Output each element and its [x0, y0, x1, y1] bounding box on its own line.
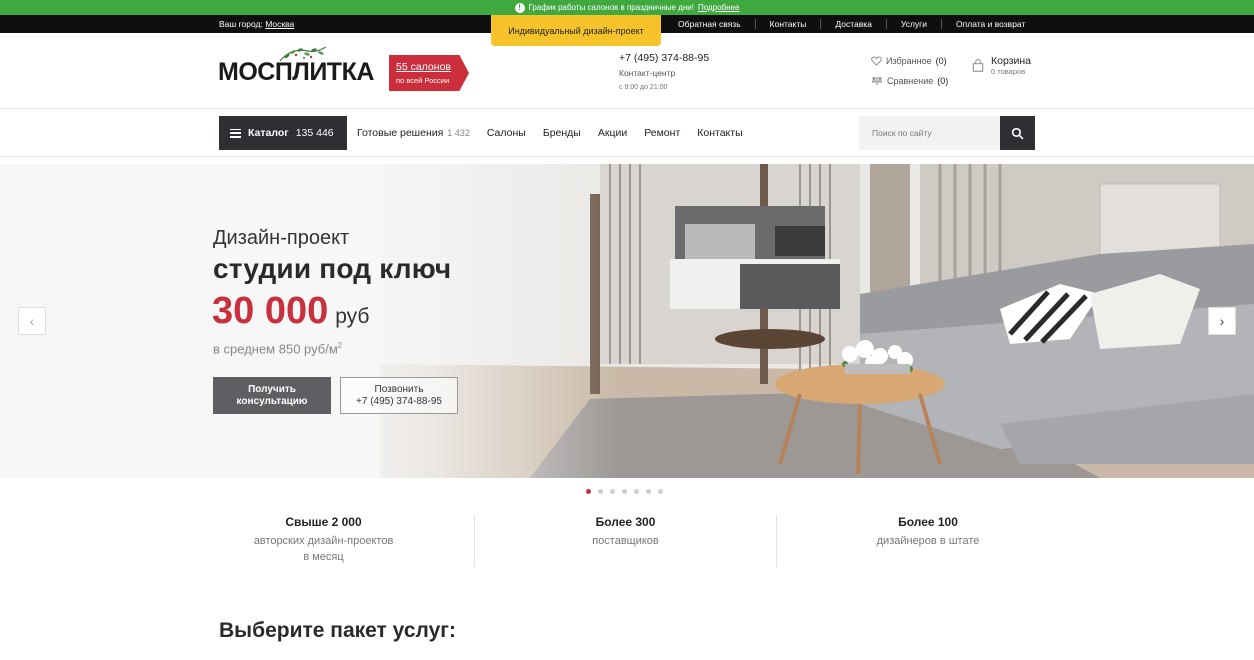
slider-dot[interactable] [634, 489, 639, 494]
stat-description: авторских дизайн-проектов в месяц [253, 535, 394, 563]
favorites-link[interactable]: Избранное (0) [871, 56, 947, 66]
heart-icon [871, 56, 882, 66]
city-link[interactable]: Москва [265, 19, 294, 29]
compare-icon [871, 76, 883, 85]
site-logo[interactable]: МОСПЛИТКА [218, 58, 374, 87]
hero-average-price: в среднем 850 руб/м2 [213, 341, 342, 356]
notice-text: График работы салонов в праздничные дни! [528, 3, 694, 12]
nav-item-salons[interactable]: Салоны [487, 127, 526, 139]
hero-avg-sup: 2 [337, 341, 343, 350]
compare-count: (0) [937, 76, 949, 86]
nav-item-contacts[interactable]: Контакты [697, 127, 742, 139]
info-icon: ! [514, 2, 525, 13]
main-nav: Каталог 135 446 Готовые решения 1 432 Сал… [0, 109, 1254, 157]
stat-item: Свыше 2 000 авторских дизайн-проектов в … [173, 515, 475, 567]
compare-label: Сравнение [887, 76, 934, 86]
slider-dot[interactable] [586, 489, 591, 494]
nav-item-ready-solutions[interactable]: Готовые решения 1 432 [357, 127, 470, 139]
slider-dot[interactable] [610, 489, 615, 494]
nav-item-brands[interactable]: Бренды [543, 127, 581, 139]
nav-item-label: Готовые решения [357, 127, 444, 139]
chevron-left-icon: ‹ [29, 313, 35, 329]
slider-next-button[interactable]: › [1208, 307, 1236, 335]
cart-label: Корзина [991, 55, 1031, 67]
search-button[interactable] [1000, 116, 1035, 150]
catalog-label: Каталог [248, 127, 289, 139]
stat-description: дизайнеров в штате [876, 535, 980, 547]
hero-price: 30 000 руб [212, 290, 369, 333]
slider-dot[interactable] [658, 489, 663, 494]
slider-dot[interactable] [598, 489, 603, 494]
hero-avg-text: в среднем 850 руб/м [213, 341, 338, 357]
hero-subtitle: Дизайн-проект [213, 227, 350, 249]
top-link-services[interactable]: Услуги [885, 19, 941, 29]
top-link-delivery[interactable]: Доставка [820, 19, 886, 29]
catalog-button[interactable]: Каталог 135 446 [219, 116, 347, 150]
cart-link[interactable]: Корзина 0 товаров [971, 55, 1031, 76]
hero-price-currency: руб [335, 305, 370, 328]
compare-link[interactable]: Сравнение (0) [871, 76, 948, 86]
working-hours: с 9:00 до 21:00 [619, 84, 668, 91]
city-selector[interactable]: Ваш город: Москва [219, 19, 294, 29]
hero-price-value: 30 000 [212, 290, 329, 332]
nav-item-promos[interactable]: Акции [598, 127, 627, 139]
call-button-phone: +7 (495) 374-88-95 [356, 395, 442, 407]
salons-sub: по всей России [396, 76, 450, 85]
cart-icon [972, 59, 984, 72]
salons-count: 55 салонов [396, 61, 451, 73]
stat-title: Более 300 [595, 515, 656, 529]
contact-center-label: Контакт-центр [619, 68, 676, 78]
city-label: Ваш город: [219, 19, 263, 29]
top-link-feedback[interactable]: Обратная связь [664, 19, 755, 29]
top-links: Обратная связь Контакты Доставка Услуги … [664, 15, 1039, 33]
header-phone[interactable]: +7 (495) 374-88-95 [619, 52, 709, 64]
stat-title: Свыше 2 000 [285, 515, 362, 529]
stat-item: Более 100 дизайнеров в штате [777, 515, 1079, 567]
slider-dot[interactable] [622, 489, 627, 494]
chevron-right-icon: › [1219, 313, 1225, 329]
nav-item-repair[interactable]: Ремонт [644, 127, 680, 139]
search-input[interactable] [859, 116, 1000, 150]
stat-description: поставщиков [592, 535, 659, 547]
nav-menu: Готовые решения 1 432 Салоны Бренды Акции… [357, 127, 743, 139]
cart-sub: 0 товаров [991, 67, 1026, 76]
slider-prev-button[interactable]: ‹ [18, 307, 46, 335]
stats-row: Свыше 2 000 авторских дизайн-проектов в … [173, 515, 1081, 567]
favorites-count: (0) [935, 56, 947, 66]
search-icon [1011, 127, 1024, 139]
stat-item: Более 300 поставщиков [475, 515, 777, 567]
header: МОСПЛИТКА 55 салонов по всей России +7 (… [0, 33, 1254, 109]
slider-dots [586, 489, 663, 494]
hero-slider: Дизайн-проект студии под ключ 30 000 руб… [0, 164, 1254, 478]
notice-bar: ! График работы салонов в праздничные дн… [0, 0, 1254, 15]
top-link-payment[interactable]: Оплата и возврат [941, 19, 1039, 29]
salons-badge[interactable]: 55 салонов по всей России [389, 55, 469, 91]
call-button-label: Позвонить [374, 383, 424, 395]
favorites-label: Избранное [886, 56, 932, 66]
get-consultation-button[interactable]: Получить консультацию [213, 377, 331, 414]
catalog-count: 135 446 [295, 127, 334, 139]
notice-more-link[interactable]: Подробнее [698, 3, 740, 12]
slider-dot[interactable] [646, 489, 651, 494]
call-button[interactable]: Позвонить +7 (495) 374-88-95 [340, 377, 458, 414]
top-link-contacts[interactable]: Контакты [754, 19, 821, 29]
hero-title: студии под ключ [213, 253, 452, 284]
search-box [859, 116, 1035, 150]
nav-item-count: 1 432 [447, 128, 470, 138]
services-section-title: Выберите пакет услуг: [219, 619, 456, 642]
menu-icon [230, 128, 241, 138]
stat-title: Более 100 [898, 515, 958, 529]
